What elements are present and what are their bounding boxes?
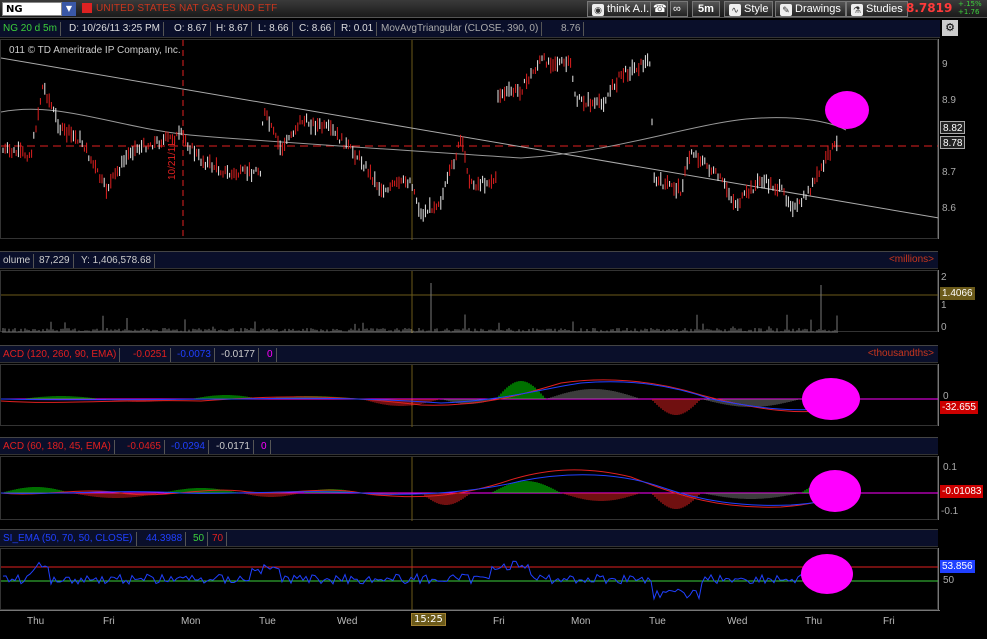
macd2-axis-label: 0.1 xyxy=(943,462,957,473)
macd2-avg: -0.0294 xyxy=(168,440,209,454)
price-axis-label: 9 xyxy=(942,59,948,70)
time-label: Thu xyxy=(27,616,45,627)
copyright-label: 011 © TD Ameritrade IP Company, Inc. xyxy=(9,45,181,56)
macd1-header: ACD (120, 260, 90, EMA) -0.0251 -0.0073 … xyxy=(0,345,938,363)
studies-button[interactable]: ⚗ Studies xyxy=(846,1,908,17)
net-change-percent: +.15% xyxy=(958,0,982,8)
rsi-axis[interactable]: 50 53.856 xyxy=(938,548,987,610)
bar-close: C: 8.66 xyxy=(296,22,336,36)
rsi-title[interactable]: SI_EMA (50, 70, 50, CLOSE) xyxy=(0,532,137,546)
macd2-axis-label: -0.1 xyxy=(941,506,959,517)
volume-axis-label: 2 xyxy=(941,272,947,283)
rsi-header: SI_EMA (50, 70, 50, CLOSE) 44.3988 50 70 xyxy=(0,529,938,547)
price-axis-label: 8.7 xyxy=(942,167,956,178)
price-tag-upper: 8.82 xyxy=(940,121,966,134)
time-label: Mon xyxy=(571,616,591,627)
macd1-pane[interactable] xyxy=(0,364,939,427)
volume-header: olume 87,229 Y: 1,406,578.68 <millions> xyxy=(0,251,938,269)
bar-high: H: 8.67 xyxy=(213,22,253,36)
drawings-button[interactable]: ✎ Drawings xyxy=(775,1,846,17)
time-label: Thu xyxy=(805,616,823,627)
rsi-tag: 53.856 xyxy=(940,560,975,573)
price-axis[interactable]: 9 8.9 8.7 8.6 8.82 8.78 xyxy=(938,39,987,239)
cursor-time-tag: 15:25 xyxy=(411,613,446,626)
price-axis-label: 8.9 xyxy=(942,95,956,106)
bar-date: D: 10/26/11 3:25 PM xyxy=(66,22,164,36)
bar-range: R: 0.01 xyxy=(338,22,378,36)
volume-pane[interactable] xyxy=(0,270,939,333)
time-label: Wed xyxy=(337,616,358,627)
time-label: Tue xyxy=(259,616,276,627)
link-icon[interactable]: ∞ xyxy=(670,1,688,17)
macd1-tag: -32.655 xyxy=(940,401,978,414)
macd2-value: -0.0465 xyxy=(124,440,165,454)
macd1-avg: -0.0073 xyxy=(174,348,215,362)
aggregation-label[interactable]: NG 20 d 5m xyxy=(0,22,61,36)
volume-title[interactable]: olume xyxy=(0,254,35,268)
volume-y: Y: 1,406,578.68 xyxy=(78,254,156,268)
volume-axis-label: 1 xyxy=(941,300,947,311)
time-label: Tue xyxy=(649,616,666,627)
flag-icon[interactable] xyxy=(82,3,92,13)
rsi-axis-label: 50 xyxy=(943,575,955,586)
bar-open: O: 8.67 xyxy=(171,22,211,36)
macd1-value: -0.0251 xyxy=(130,348,171,362)
study-value: 8.76 xyxy=(558,22,585,36)
macd1-axis[interactable]: 0 -32.655 xyxy=(938,364,987,426)
price-pane[interactable]: 011 © TD Ameritrade IP Company, Inc. 10/… xyxy=(0,39,939,240)
time-label: Fri xyxy=(103,616,115,627)
macd2-pane[interactable] xyxy=(0,456,939,521)
rsi-value: 44.3988 xyxy=(143,532,187,546)
symbol-dropdown-button[interactable]: ▼ xyxy=(62,2,76,16)
time-axis[interactable]: Thu Fri Mon Tue Wed 15:25 Fri Mon Tue We… xyxy=(0,610,940,632)
macd1-zero: 0 xyxy=(264,348,277,362)
chart-settings-icon[interactable]: ⚙ xyxy=(942,20,958,36)
volume-axis[interactable]: 2 1 0 1.4066 xyxy=(938,270,987,333)
study-label[interactable]: MovAvgTriangular (CLOSE, 390, 0) xyxy=(378,22,543,36)
macd2-header: ACD (60, 180, 45, EMA) -0.0465 -0.0294 -… xyxy=(0,437,938,455)
volume-unit: <millions> xyxy=(888,254,934,265)
macd2-diff: -0.0171 xyxy=(213,440,254,454)
date-marker-label: 10/21/11 xyxy=(167,141,178,180)
chart-style-icon: ∿ xyxy=(729,4,741,16)
macd2-title[interactable]: ACD (60, 180, 45, EMA) xyxy=(0,440,115,454)
net-change: +1.76 xyxy=(958,8,980,16)
volume-axis-label: 0 xyxy=(941,322,947,333)
price-info-bar: NG 20 d 5m D: 10/26/11 3:25 PM O: 8.67 H… xyxy=(0,20,940,38)
last-price: 8.7819 xyxy=(906,1,953,15)
symbol-input[interactable]: NG xyxy=(2,2,62,16)
timeframe-button[interactable]: 5m xyxy=(692,1,720,17)
macd2-axis[interactable]: 0.1 -0.1 -0.01083 xyxy=(938,456,987,520)
macd1-unit: <thousandths> xyxy=(867,348,934,359)
pencil-icon: ✎ xyxy=(780,4,792,16)
volume-tag: 1.4066 xyxy=(940,287,975,300)
macd2-zero: 0 xyxy=(258,440,271,454)
price-tag-lower: 8.78 xyxy=(940,136,966,149)
style-button[interactable]: ∿ Style xyxy=(724,1,774,17)
toolbar: NG ▼ UNITED STATES NAT GAS FUND ETF ◉ thi… xyxy=(0,0,987,18)
brain-icon: ◉ xyxy=(592,4,604,16)
rsi-level-1: 50 xyxy=(190,532,209,546)
price-axis-label: 8.6 xyxy=(942,203,956,214)
volume-value: 87,229 xyxy=(36,254,74,268)
phone-icon[interactable]: ☎ xyxy=(650,1,668,17)
time-label: Fri xyxy=(883,616,895,627)
symbol-description: UNITED STATES NAT GAS FUND ETF xyxy=(96,3,278,14)
rsi-level-2: 70 xyxy=(209,532,228,546)
time-label: Mon xyxy=(181,616,201,627)
bar-low: L: 8.66 xyxy=(255,22,293,36)
macd2-tag: -0.01083 xyxy=(940,485,984,498)
think-ai-button[interactable]: ◉ think A.I. xyxy=(587,1,655,17)
macd1-diff: -0.0177 xyxy=(218,348,259,362)
macd1-title[interactable]: ACD (120, 260, 90, EMA) xyxy=(0,348,121,362)
time-label: Fri xyxy=(493,616,505,627)
rsi-pane[interactable] xyxy=(0,548,939,611)
time-label: Wed xyxy=(727,616,748,627)
flask-icon: ⚗ xyxy=(851,4,863,16)
